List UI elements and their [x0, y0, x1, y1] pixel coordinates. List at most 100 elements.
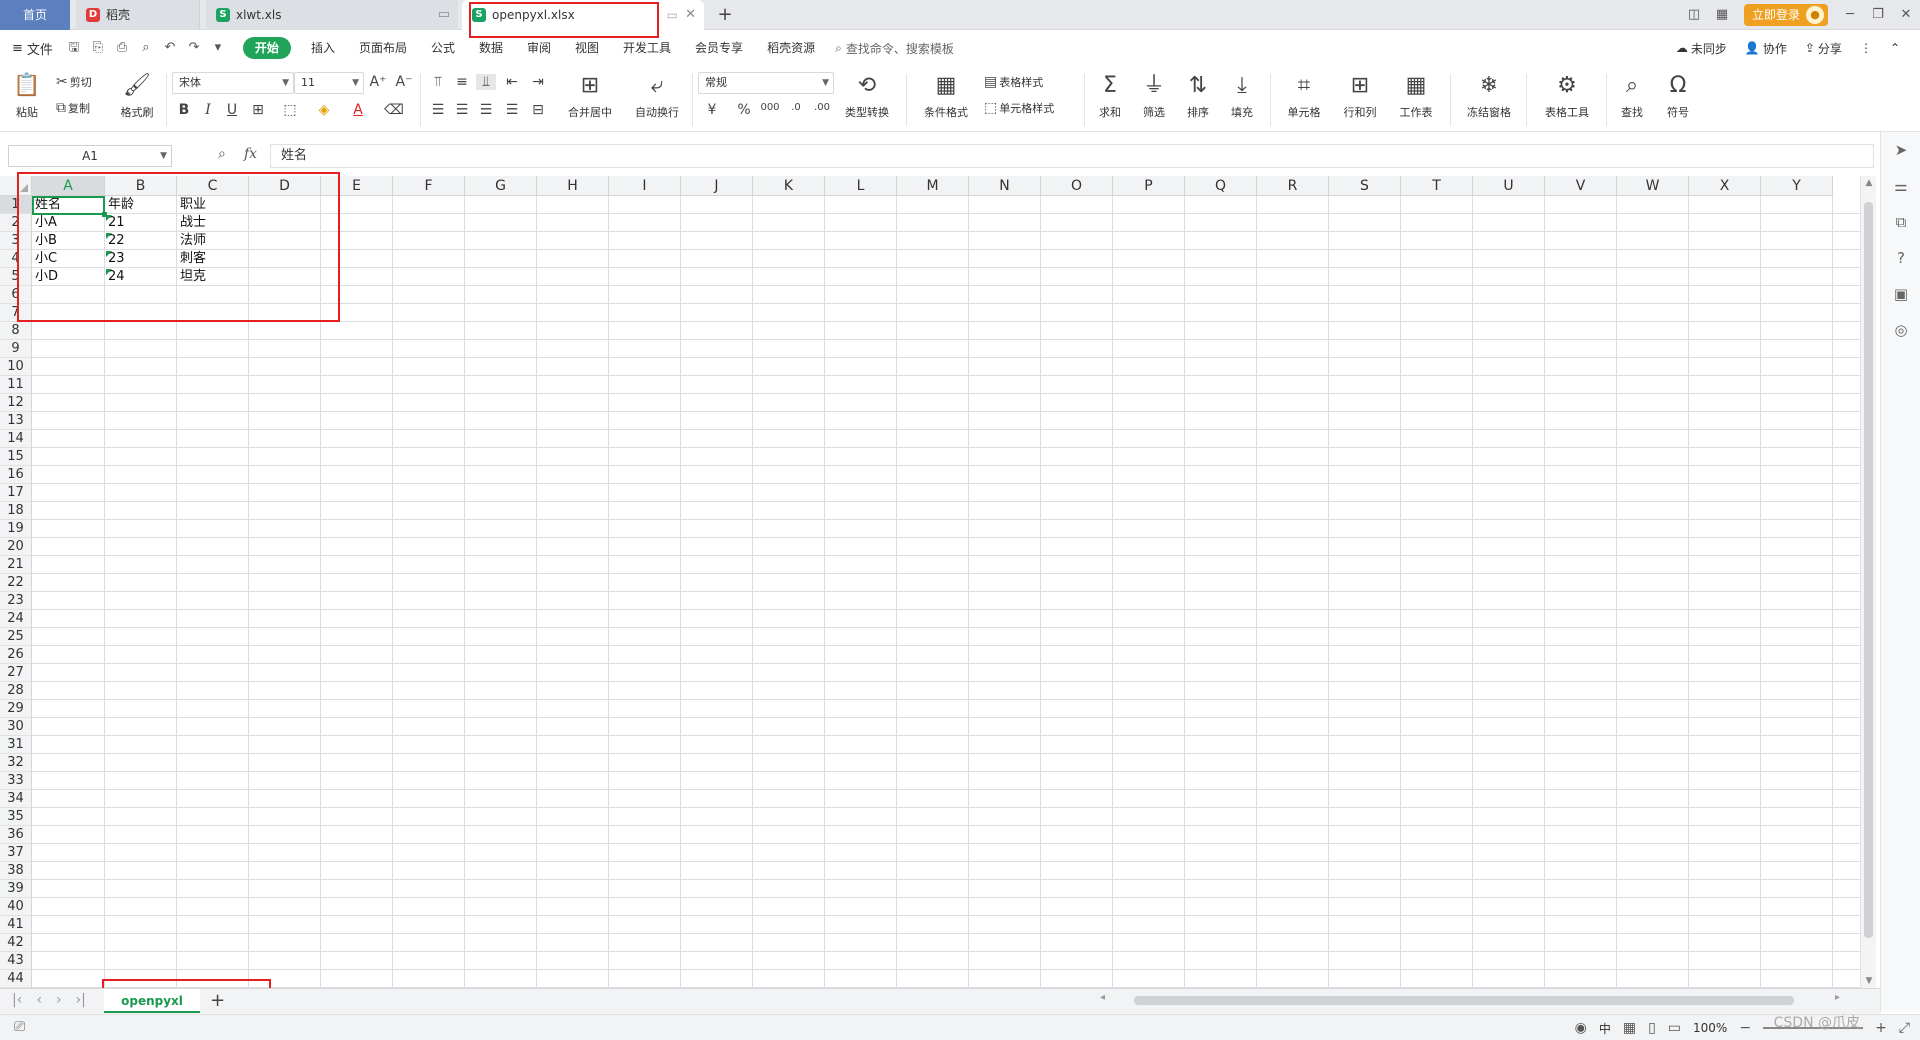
tab-monitor-icon[interactable]: ▭	[438, 0, 450, 30]
zoom-level[interactable]: 100%	[1693, 1021, 1727, 1035]
row-header-25[interactable]: 25	[0, 628, 32, 646]
row-header-30[interactable]: 30	[0, 718, 32, 736]
row-header-44[interactable]: 44	[0, 970, 32, 988]
tab-developer[interactable]: 开发工具	[611, 37, 683, 59]
layout-icon[interactable]: ◫	[1680, 0, 1708, 30]
cursor-icon[interactable]: ➤	[1881, 132, 1920, 168]
cell-C4[interactable]: 刺客	[177, 250, 249, 268]
find-button[interactable]: ⌕ 查找	[1614, 70, 1650, 120]
row-header-12[interactable]: 12	[0, 394, 32, 412]
row-header-28[interactable]: 28	[0, 682, 32, 700]
column-header-I[interactable]: I	[609, 176, 681, 196]
cell-A2[interactable]: 小A	[32, 214, 105, 232]
cell-C5[interactable]: 坦克	[177, 268, 249, 286]
scroll-thumb[interactable]	[1864, 202, 1873, 938]
row-header-5[interactable]: 5	[0, 268, 32, 286]
spreadsheet-grid[interactable]: A B C D E F G H I J K L M N O P Q R S T U V W X Y 1 2 3 4 5 6 7 8 9 10 11 12…	[0, 176, 1860, 988]
formula-input[interactable]: 姓名	[270, 144, 1874, 168]
tab-member[interactable]: 会员专享	[683, 37, 755, 59]
page-layout-view-icon[interactable]: ▯	[1648, 1020, 1656, 1036]
zoom-formula-icon[interactable]: ⌕	[218, 146, 226, 162]
new-tab-button[interactable]: +	[712, 0, 738, 30]
last-sheet-icon[interactable]: ›|	[76, 992, 86, 1008]
ime-indicator[interactable]: 中	[1599, 1020, 1611, 1037]
row-header-23[interactable]: 23	[0, 592, 32, 610]
tab-xlwt[interactable]: S xlwt.xls ▭	[206, 0, 458, 30]
column-header-O[interactable]: O	[1041, 176, 1113, 196]
cell-style-button[interactable]: ⬚ 单元格样式	[984, 100, 1054, 116]
row-col-button[interactable]: ⊞ 行和列	[1336, 70, 1384, 120]
chevron-down-icon[interactable]: ▾	[207, 37, 229, 59]
sheet-tab-openpyxl[interactable]: openpyxl	[104, 989, 200, 1013]
cell-A3[interactable]: 小B	[32, 232, 105, 250]
currency-icon[interactable]: ¥	[702, 102, 722, 118]
file-menu[interactable]: ≡ 文件	[0, 39, 63, 58]
prev-sheet-icon[interactable]: ‹	[36, 992, 42, 1008]
table-style-button[interactable]: ▤ 表格样式	[984, 74, 1043, 90]
scroll-thumb[interactable]	[1134, 996, 1794, 1005]
tab-data[interactable]: 数据	[467, 37, 515, 59]
row-header-34[interactable]: 34	[0, 790, 32, 808]
align-right-icon[interactable]: ☰	[476, 102, 496, 118]
symbol-button[interactable]: Ω 符号	[1660, 70, 1696, 120]
tab-formula[interactable]: 公式	[419, 37, 467, 59]
row-header-8[interactable]: 8	[0, 322, 32, 340]
fullscreen-icon[interactable]: ⤢	[1899, 1020, 1910, 1036]
align-middle-icon[interactable]: ≡	[452, 74, 472, 90]
save-icon[interactable]: 🖫	[63, 37, 85, 59]
zoom-out-icon[interactable]: −	[1739, 1020, 1751, 1036]
format-painter-button[interactable]: 🖌 格式刷	[118, 70, 156, 120]
close-window-icon[interactable]: ✕	[1892, 0, 1920, 30]
cell-B1[interactable]: 年龄	[105, 196, 177, 214]
tab-openpyxl[interactable]: S openpyxl.xlsx ▭ ✕	[462, 0, 704, 30]
row-header-15[interactable]: 15	[0, 448, 32, 466]
cut-button[interactable]: ✂ 剪切	[56, 74, 92, 90]
column-header-Y[interactable]: Y	[1761, 176, 1833, 196]
font-color-icon[interactable]: A	[348, 102, 368, 118]
column-header-E[interactable]: E	[321, 176, 393, 196]
row-header-38[interactable]: 38	[0, 862, 32, 880]
row-header-41[interactable]: 41	[0, 916, 32, 934]
column-header-S[interactable]: S	[1329, 176, 1401, 196]
page-break-view-icon[interactable]: ▭	[1668, 1020, 1681, 1036]
row-header-4[interactable]: 4	[0, 250, 32, 268]
tab-page-layout[interactable]: 页面布局	[347, 37, 419, 59]
column-header-P[interactable]: P	[1113, 176, 1185, 196]
row-header-40[interactable]: 40	[0, 898, 32, 916]
print-preview-icon[interactable]: ⌕	[135, 37, 157, 59]
cell-A5[interactable]: 小D	[32, 268, 105, 286]
border-icon[interactable]: ⊞	[248, 102, 268, 118]
more-icon[interactable]: ⋮	[1860, 41, 1872, 55]
cell-style-icon[interactable]: ⬚	[280, 102, 300, 118]
percent-icon[interactable]: %	[734, 102, 754, 118]
column-header-H[interactable]: H	[537, 176, 609, 196]
panel-icon[interactable]: ⧉	[1881, 204, 1920, 240]
tab-view[interactable]: 视图	[563, 37, 611, 59]
column-header-W[interactable]: W	[1617, 176, 1689, 196]
row-header-16[interactable]: 16	[0, 466, 32, 484]
tab-monitor-icon[interactable]: ▭	[667, 0, 678, 30]
cell-C1[interactable]: 职业	[177, 196, 249, 214]
column-header-G[interactable]: G	[465, 176, 537, 196]
row-header-32[interactable]: 32	[0, 754, 32, 772]
row-header-37[interactable]: 37	[0, 844, 32, 862]
normal-view-icon[interactable]: ▦	[1623, 1020, 1636, 1036]
row-header-26[interactable]: 26	[0, 646, 32, 664]
decrease-font-icon[interactable]: A⁻	[394, 74, 414, 90]
next-sheet-icon[interactable]: ›	[56, 992, 62, 1008]
row-header-29[interactable]: 29	[0, 700, 32, 718]
type-convert-button[interactable]: ⟲ 类型转换	[838, 70, 896, 120]
wrap-text-button[interactable]: ⤶ 自动换行	[630, 70, 684, 120]
row-header-3[interactable]: 3	[0, 232, 32, 250]
row-header-21[interactable]: 21	[0, 556, 32, 574]
row-header-35[interactable]: 35	[0, 808, 32, 826]
row-header-27[interactable]: 27	[0, 664, 32, 682]
compass-icon[interactable]: ◎	[1881, 312, 1920, 348]
cell-B3[interactable]: 22	[105, 232, 177, 250]
worksheet-button[interactable]: ▦ 工作表	[1392, 70, 1440, 120]
apps-grid-icon[interactable]: ▦	[1708, 0, 1736, 30]
redo-icon[interactable]: ↷	[183, 37, 205, 59]
column-header-R[interactable]: R	[1257, 176, 1329, 196]
row-header-10[interactable]: 10	[0, 358, 32, 376]
scroll-left-icon[interactable]: ◂	[1100, 992, 1105, 1003]
